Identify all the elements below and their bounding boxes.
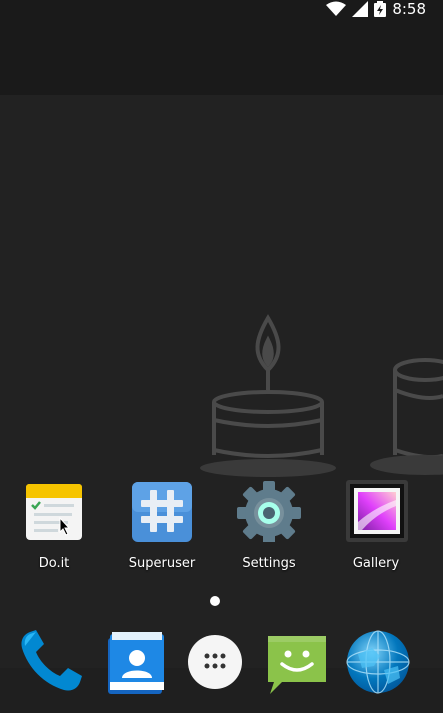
phone-icon[interactable]: [16, 626, 86, 696]
app-label-gallery: Gallery: [352, 556, 400, 571]
wifi-icon: [326, 1, 347, 17]
app-doit[interactable]: Do.it: [4, 478, 104, 571]
app-superuser[interactable]: Superuser: [112, 478, 212, 571]
browser-globe-icon[interactable]: [344, 626, 414, 696]
settings-icon[interactable]: [237, 478, 301, 545]
home-app-row: Do.it Superuser Settings Gallery: [0, 478, 443, 578]
battery-charging-icon: [374, 1, 387, 17]
cell-signal-icon: [352, 1, 369, 17]
app-gallery[interactable]: Gallery: [326, 478, 426, 571]
superuser-icon[interactable]: [130, 478, 194, 542]
app-label-superuser: Superuser: [128, 556, 196, 571]
app-label-settings: Settings: [242, 556, 296, 571]
app-drawer-icon[interactable]: [182, 626, 252, 696]
doit-icon[interactable]: [22, 478, 86, 542]
status-icons: 8:58: [326, 0, 426, 18]
candle-cake-icon: [200, 314, 443, 477]
status-clock: 8:58: [392, 0, 426, 18]
home-screen: 8:58 Do.it Superuser Settings Gallery: [0, 0, 443, 713]
gallery-icon[interactable]: [344, 478, 408, 542]
messaging-icon[interactable]: [262, 626, 332, 696]
status-bar: 8:58: [0, 0, 443, 18]
page-indicator-dot: [210, 596, 220, 606]
app-label-doit: Do.it: [38, 556, 70, 571]
contacts-icon[interactable]: [102, 626, 172, 696]
app-settings[interactable]: Settings: [219, 478, 319, 571]
wallpaper-candle-cake: [195, 310, 443, 489]
dock: [0, 618, 443, 713]
